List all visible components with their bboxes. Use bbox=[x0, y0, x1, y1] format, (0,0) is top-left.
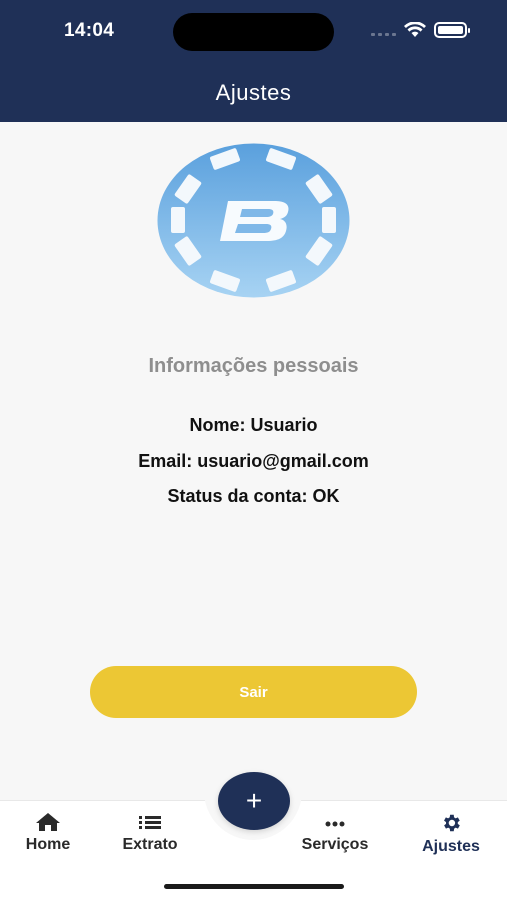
more-icon bbox=[325, 821, 345, 827]
tab-ajustes[interactable]: Ajustes bbox=[406, 812, 496, 856]
dynamic-island bbox=[173, 13, 334, 51]
list-icon bbox=[139, 816, 161, 829]
signal-icon bbox=[371, 24, 396, 36]
tab-servicos-label: Serviços bbox=[301, 836, 369, 853]
app-logo bbox=[157, 143, 350, 298]
home-indicator bbox=[164, 884, 344, 889]
personal-info-title: Informações pessoais bbox=[148, 355, 359, 377]
status-icons bbox=[371, 22, 470, 38]
tab-servicos[interactable]: Serviços bbox=[290, 812, 380, 854]
tab-ajustes-label: Ajustes bbox=[422, 838, 480, 855]
logout-button[interactable]: Sair bbox=[90, 666, 417, 718]
status-time: 14:04 bbox=[64, 20, 115, 41]
wifi-icon bbox=[404, 22, 426, 37]
tab-extrato-label: Extrato bbox=[122, 836, 178, 853]
tab-home-label: Home bbox=[25, 836, 71, 853]
header-bar: 14:04 Ajustes bbox=[0, 0, 507, 122]
add-button[interactable]: + bbox=[218, 772, 290, 830]
tab-extrato[interactable]: Extrato bbox=[105, 812, 195, 854]
home-icon bbox=[36, 813, 60, 831]
battery-icon bbox=[434, 22, 470, 38]
page-title: Ajustes bbox=[215, 80, 292, 105]
name-text: Nome: Usuario bbox=[189, 415, 318, 435]
gear-icon bbox=[444, 814, 460, 832]
tab-home[interactable]: Home bbox=[3, 812, 93, 854]
account-status-text: Status da conta: OK bbox=[167, 486, 340, 506]
email-text: Email: usuario@gmail.com bbox=[138, 451, 369, 471]
